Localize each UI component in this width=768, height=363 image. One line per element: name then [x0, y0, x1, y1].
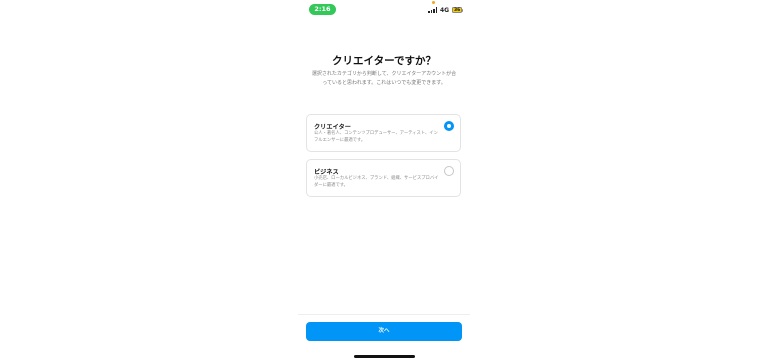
location-indicator-icon: [432, 1, 435, 4]
battery-icon: 36: [452, 7, 464, 13]
option-description: 小売店、ローカルビジネス、ブランド、組織、サービスプロバイダーに最適です。: [314, 176, 439, 188]
option-card-creator[interactable]: クリエイター 公人・著名人、コンテンツプロデューサー、アーティスト、インフルエン…: [306, 114, 461, 152]
option-card-business[interactable]: ビジネス 小売店、ローカルビジネス、ブランド、組織、サービスプロバイダーに最適で…: [306, 159, 461, 197]
home-indicator[interactable]: [354, 355, 415, 358]
radio-selected-icon[interactable]: [444, 121, 454, 131]
cellular-signal-icon: [428, 7, 437, 13]
option-title: クリエイター: [314, 124, 351, 131]
option-description: 公人・著名人、コンテンツプロデューサー、アーティスト、インフルエンサーに最適です…: [314, 131, 438, 143]
status-time: 2:16: [309, 4, 336, 15]
page-title: クリエイターですか？: [332, 55, 436, 67]
option-title: ビジネス: [314, 169, 339, 176]
next-button[interactable]: 次へ: [306, 322, 462, 341]
screen: 2:16 4G 36 クリエイターですか？ 選択されたカテゴリから判断して、クリ…: [0, 0, 768, 363]
status-indicators: 4G 36: [428, 5, 464, 15]
network-type: 4G: [440, 6, 450, 14]
page-subtitle: 選択されたカテゴリから判断して、クリエイターアカウントが合っていると思われます。…: [311, 71, 457, 86]
footer-divider: [298, 314, 470, 315]
radio-unselected-icon[interactable]: [444, 166, 454, 176]
